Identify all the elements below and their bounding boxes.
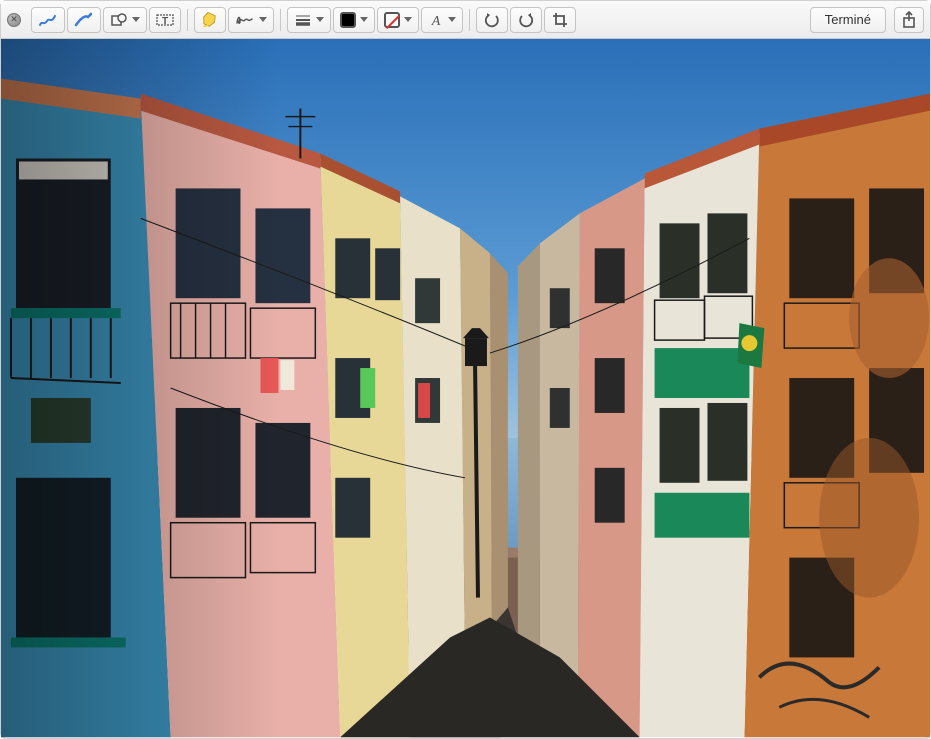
share-button[interactable] (894, 7, 924, 33)
close-icon: ✕ (10, 14, 18, 25)
image-canvas[interactable] (1, 39, 930, 738)
toolbar-separator (469, 9, 470, 31)
chevron-down-icon (404, 17, 412, 22)
shapes-icon (110, 12, 128, 28)
svg-text:A: A (431, 14, 441, 28)
rotate-left-icon (483, 12, 501, 28)
draw-icon (74, 12, 94, 28)
rotate-left-button[interactable] (476, 7, 508, 33)
draw-tool-button[interactable] (67, 7, 101, 33)
toolbar-separator (187, 9, 188, 31)
text-icon: T (156, 12, 174, 28)
done-button[interactable]: Terminé (810, 7, 886, 33)
fill-color-button[interactable] (377, 7, 419, 33)
done-label: Terminé (825, 12, 871, 27)
sketch-icon (38, 12, 58, 28)
sketch-tool-button[interactable] (31, 7, 65, 33)
signature-icon (235, 12, 255, 28)
highlight-icon (201, 12, 219, 28)
close-button[interactable]: ✕ (7, 13, 21, 27)
crop-button[interactable] (544, 7, 576, 33)
crop-icon (551, 12, 569, 28)
rotate-right-button[interactable] (510, 7, 542, 33)
chevron-down-icon (316, 17, 324, 22)
shapes-tool-button[interactable] (103, 7, 147, 33)
street-photo (1, 39, 930, 738)
toolbar-separator (280, 9, 281, 31)
highlight-tool-button[interactable] (194, 7, 226, 33)
sign-tool-button[interactable] (228, 7, 274, 33)
share-icon (901, 11, 917, 29)
chevron-down-icon (360, 17, 368, 22)
rotate-right-icon (517, 12, 535, 28)
line-style-icon (294, 12, 312, 28)
markup-toolbar: ✕ T (1, 1, 930, 39)
chevron-down-icon (259, 17, 267, 22)
text-tool-button[interactable]: T (149, 7, 181, 33)
svg-text:T: T (162, 16, 168, 27)
text-style-icon: A (428, 12, 444, 28)
text-style-button[interactable]: A (421, 7, 463, 33)
chevron-down-icon (448, 17, 456, 22)
border-color-button[interactable] (333, 7, 375, 33)
fill-color-icon (384, 12, 400, 28)
line-style-button[interactable] (287, 7, 331, 33)
border-color-icon (340, 12, 356, 28)
chevron-down-icon (132, 17, 140, 22)
